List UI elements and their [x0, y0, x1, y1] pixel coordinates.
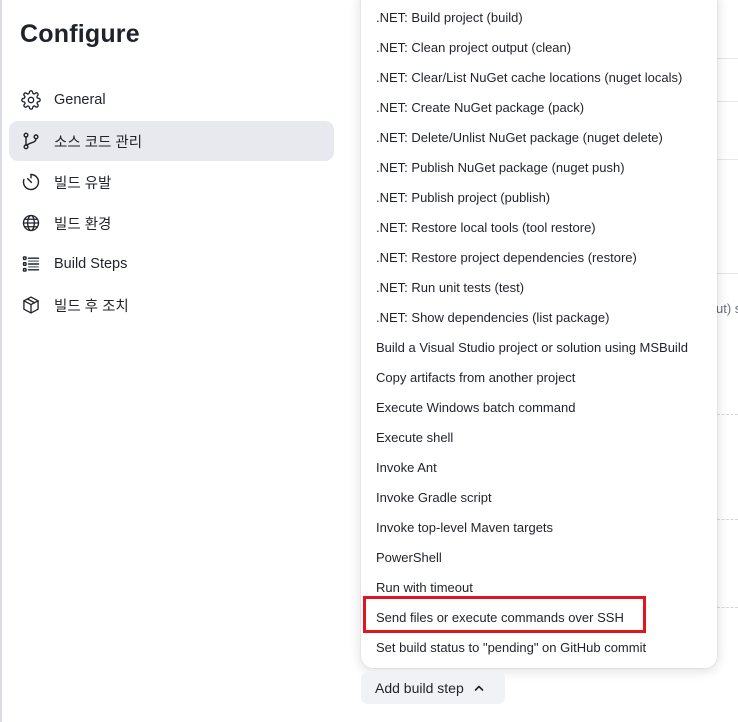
sidebar-item-label: General	[54, 92, 106, 108]
menu-item-dotnet-test[interactable]: .NET: Run unit tests (test)	[361, 273, 717, 303]
menu-item-github-pending-status[interactable]: Set build status to "pending" on GitHub …	[361, 633, 717, 663]
background-divider	[717, 58, 738, 59]
gear-icon	[20, 89, 42, 111]
add-build-step-menu: .NET: Build project (build) .NET: Clean …	[361, 0, 717, 668]
menu-item-msbuild[interactable]: Build a Visual Studio project or solutio…	[361, 333, 717, 363]
list-icon	[20, 253, 42, 275]
page-title: Configure	[20, 20, 140, 48]
menu-item-dotnet-list-package[interactable]: .NET: Show dependencies (list package)	[361, 303, 717, 333]
menu-item-copy-artifacts[interactable]: Copy artifacts from another project	[361, 363, 717, 393]
menu-item-send-files-over-ssh[interactable]: Send files or execute commands over SSH	[361, 603, 717, 633]
background-dashed-divider	[717, 519, 738, 520]
chevron-up-icon	[473, 682, 485, 694]
menu-item-dotnet-nuget-locals[interactable]: .NET: Clear/List NuGet cache locations (…	[361, 63, 717, 93]
add-build-step-button[interactable]: Add build step	[361, 672, 505, 704]
menu-item-dotnet-tool-restore[interactable]: .NET: Restore local tools (tool restore)	[361, 213, 717, 243]
menu-item-dotnet-restore[interactable]: .NET: Restore project dependencies (rest…	[361, 243, 717, 273]
globe-icon	[20, 212, 42, 234]
sidebar-item-build-steps[interactable]: Build Steps	[9, 244, 334, 284]
menu-item-gradle[interactable]: Invoke Gradle script	[361, 483, 717, 513]
menu-item-windows-batch[interactable]: Execute Windows batch command	[361, 393, 717, 423]
menu-item-maven[interactable]: Invoke top-level Maven targets	[361, 513, 717, 543]
git-branch-icon	[20, 130, 42, 152]
menu-item-invoke-ant[interactable]: Invoke Ant	[361, 453, 717, 483]
sidebar-item-label: 빌드 환경	[54, 216, 112, 233]
background-divider	[717, 159, 738, 160]
menu-item-dotnet-build[interactable]: .NET: Build project (build)	[361, 3, 717, 33]
sidebar-item-source-code-management[interactable]: 소스 코드 관리	[9, 121, 334, 161]
add-build-step-label: Add build step	[375, 680, 464, 696]
package-icon	[20, 294, 42, 316]
background-dashed-divider	[717, 607, 738, 608]
background-fragment-text: ut) s	[716, 301, 738, 316]
menu-item-powershell[interactable]: PowerShell	[361, 543, 717, 573]
timer-icon	[20, 171, 42, 193]
menu-item-execute-shell[interactable]: Execute shell	[361, 423, 717, 453]
sidebar-item-build-triggers[interactable]: 빌드 유발	[9, 162, 334, 202]
background-divider	[717, 101, 738, 102]
sidebar-item-label: Build Steps	[54, 256, 128, 272]
sidebar-item-post-build-actions[interactable]: 빌드 후 조치	[9, 285, 334, 325]
sidebar-item-label: 빌드 유발	[54, 175, 112, 192]
menu-item-dotnet-nuget-push[interactable]: .NET: Publish NuGet package (nuget push)	[361, 153, 717, 183]
sidebar-item-label: 소스 코드 관리	[54, 134, 143, 151]
menu-item-dotnet-pack[interactable]: .NET: Create NuGet package (pack)	[361, 93, 717, 123]
config-sidebar: General 소스 코드 관리 빌드 유발 빌드 환경 Build Steps…	[9, 80, 334, 326]
sidebar-item-general[interactable]: General	[9, 80, 334, 120]
background-divider	[717, 273, 738, 274]
sidebar-item-build-environment[interactable]: 빌드 환경	[9, 203, 334, 243]
menu-item-dotnet-nuget-delete[interactable]: .NET: Delete/Unlist NuGet package (nuget…	[361, 123, 717, 153]
menu-item-run-with-timeout[interactable]: Run with timeout	[361, 573, 717, 603]
left-edge-border	[0, 0, 2, 722]
menu-item-dotnet-clean[interactable]: .NET: Clean project output (clean)	[361, 33, 717, 63]
sidebar-item-label: 빌드 후 조치	[54, 298, 129, 315]
background-dashed-divider	[717, 414, 738, 415]
menu-item-dotnet-publish[interactable]: .NET: Publish project (publish)	[361, 183, 717, 213]
